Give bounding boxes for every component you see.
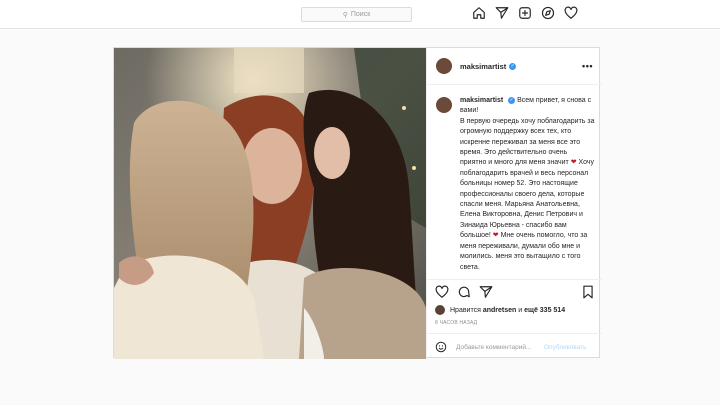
home-icon[interactable]: [472, 6, 486, 20]
likes-count[interactable]: ещё 335 514: [524, 307, 565, 314]
publish-button[interactable]: Опубликовать: [544, 344, 587, 351]
search-icon: ⚲: [342, 11, 348, 19]
post-card: maksimartist ✓ ••• maksimartist ✓ Всем п…: [113, 47, 602, 359]
post-header: maksimartist ✓ •••: [427, 48, 602, 85]
post-photo[interactable]: [114, 48, 426, 359]
like-heart-icon[interactable]: [435, 285, 449, 299]
explore-icon[interactable]: [541, 6, 555, 20]
likes-prefix: Нравится: [450, 306, 481, 314]
avatar[interactable]: [436, 58, 452, 74]
post-caption: maksimartist ✓ Всем привет, я снова с ва…: [460, 96, 595, 276]
activity-heart-icon[interactable]: [564, 6, 578, 20]
post-sidebar: maksimartist ✓ ••• maksimartist ✓ Всем п…: [426, 48, 602, 359]
comment-form: Добавьте комментарий... Опубликовать: [427, 333, 602, 360]
top-navigation-bar: ⚲ Поиск: [0, 0, 720, 29]
likes-mid: и: [518, 306, 523, 314]
more-options-icon[interactable]: •••: [582, 61, 593, 71]
comment-icon[interactable]: [457, 285, 471, 299]
post-username[interactable]: maksimartist: [460, 62, 506, 71]
nav-icons: [472, 6, 578, 22]
caption-text-2: Хочу поблагодарить врачей и весь персона…: [460, 159, 594, 240]
action-row: [435, 285, 493, 299]
share-icon[interactable]: [479, 285, 493, 299]
caption-username[interactable]: maksimartist: [460, 97, 503, 104]
likes-summary: Нравится andretsen и ещё 335 514: [435, 305, 565, 315]
bookmark-icon[interactable]: [581, 285, 595, 299]
direct-icon[interactable]: [495, 6, 509, 20]
likes-user[interactable]: andretsen: [483, 307, 516, 314]
search-placeholder: Поиск: [350, 11, 371, 18]
liker-avatar[interactable]: [435, 305, 445, 315]
search-input[interactable]: ⚲ Поиск: [301, 7, 412, 22]
caption-verified-icon: ✓: [508, 96, 516, 104]
post-timestamp[interactable]: 8 ЧАСОВ НАЗАД: [435, 320, 477, 326]
caption-avatar[interactable]: [436, 97, 452, 113]
caption-block: maksimartist ✓ Всем привет, я снова с ва…: [436, 96, 596, 276]
verified-badge-icon: ✓: [509, 62, 517, 70]
instagram-screen: ⚲ Поиск maksimartist ✓ ••• maksimartist …: [0, 0, 720, 405]
post-actions: Нравится andretsen и ещё 335 514 8 ЧАСОВ…: [427, 279, 602, 359]
comment-input[interactable]: Добавьте комментарий...: [456, 344, 544, 351]
emoji-smile-icon[interactable]: [435, 341, 447, 353]
caption-text: Всем привет, я снова с вами! В первую оч…: [460, 97, 595, 167]
new-post-icon[interactable]: [518, 6, 532, 20]
